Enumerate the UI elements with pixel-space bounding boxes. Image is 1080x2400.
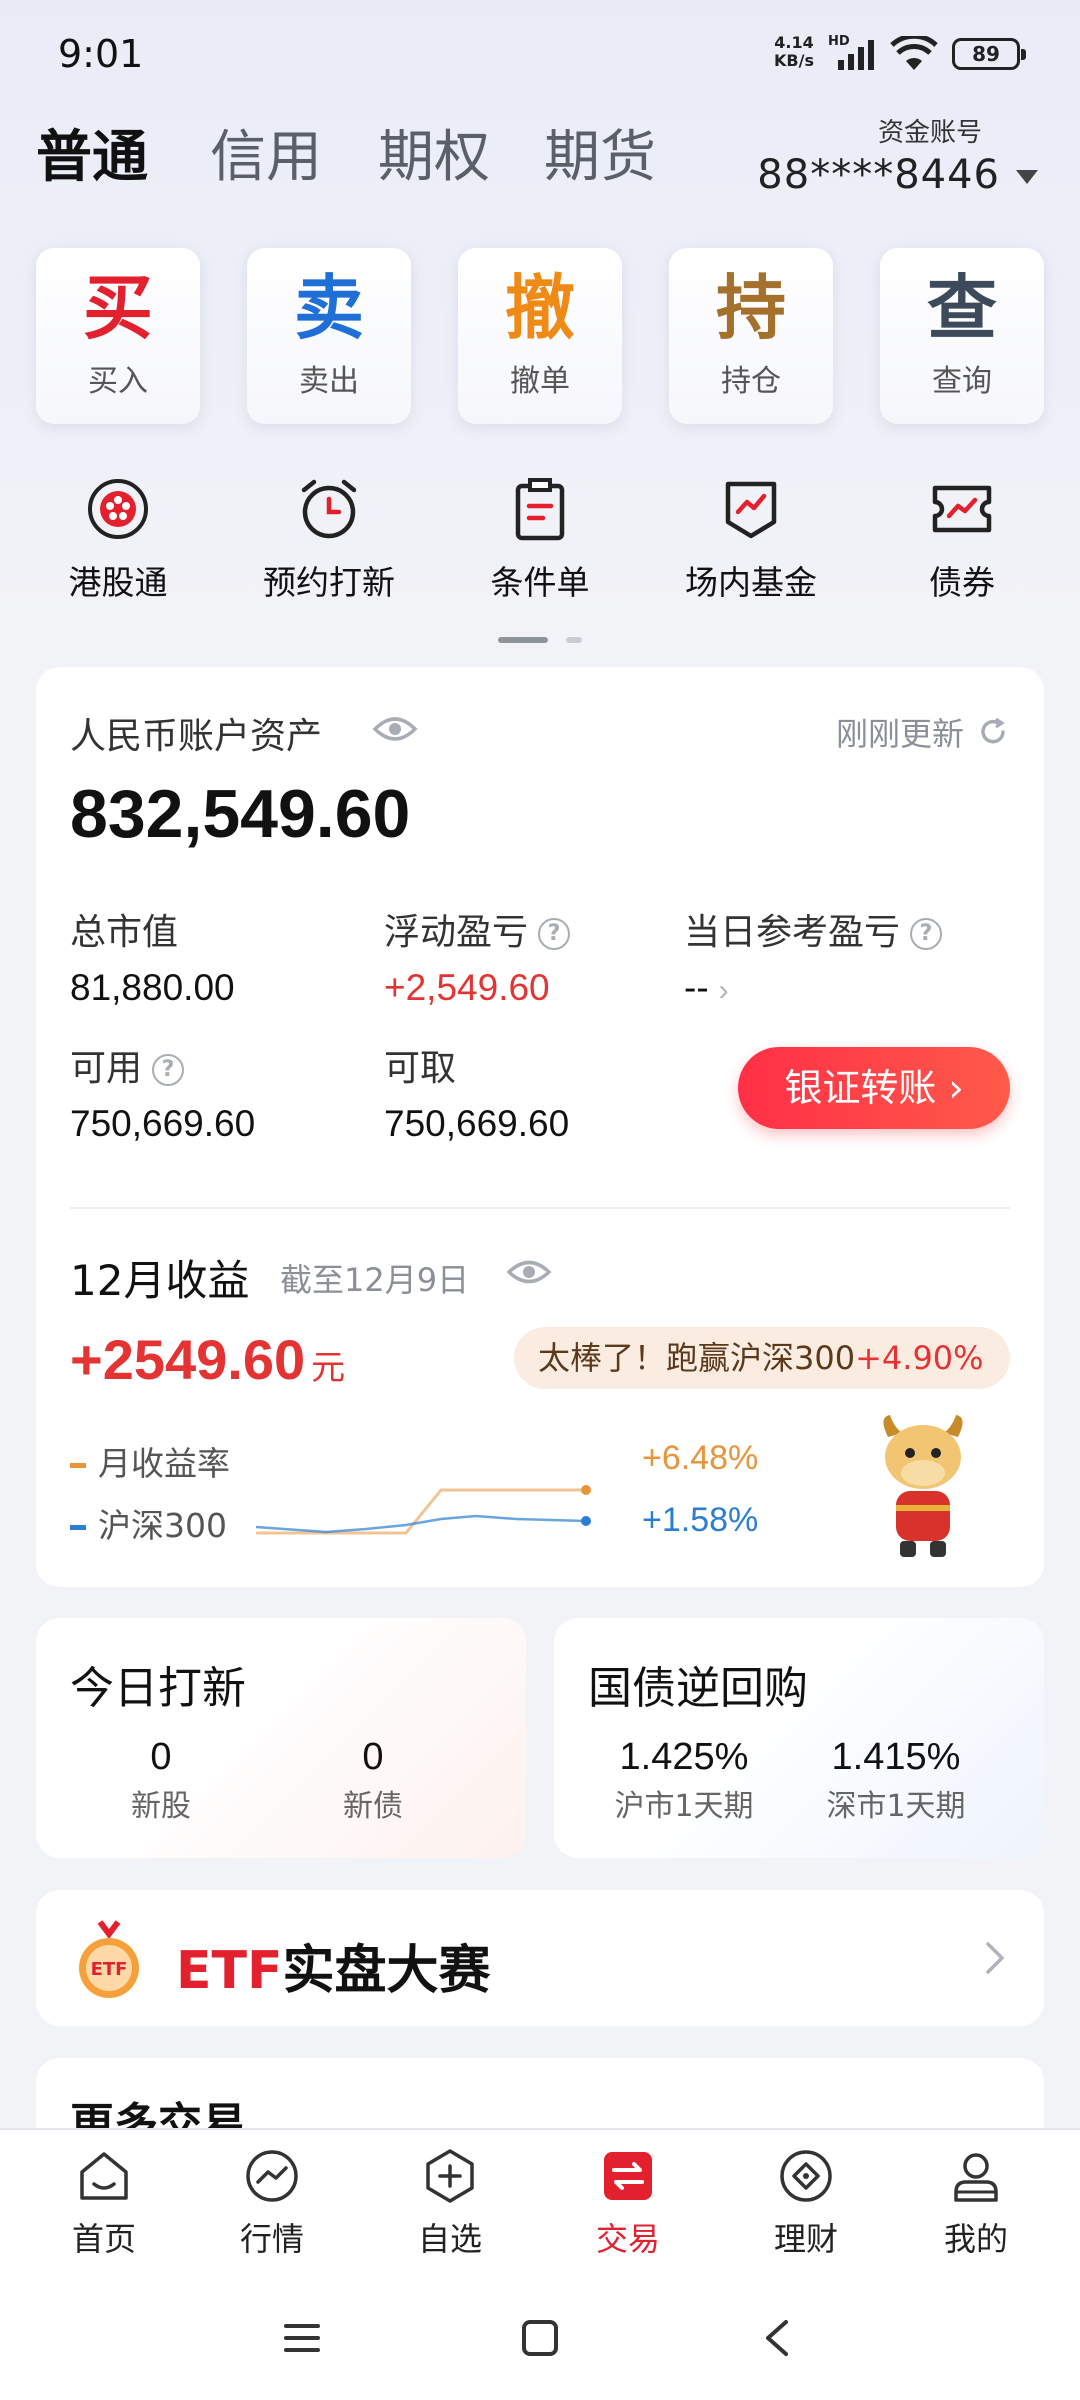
legend-index: 沪深300: [70, 1499, 227, 1547]
index-rate: +1.58%: [642, 1501, 759, 1539]
status-bar: 9:01 4.14 KB/s HD 89: [0, 0, 1080, 110]
help-icon[interactable]: ?: [152, 1054, 185, 1086]
legend-return: 月收益率: [70, 1437, 230, 1485]
tab-normal[interactable]: 普通: [36, 112, 148, 193]
monthly-as-of: 截至12月9日: [280, 1261, 470, 1299]
etf-contest-banner[interactable]: ETF ETF实盘大赛: [36, 1890, 1044, 2026]
sz-repo-rate: 1.415% 深市1天期: [826, 1736, 966, 1824]
system-nav-bar: [0, 2276, 1080, 2400]
etf-title: ETF实盘大赛: [176, 1941, 491, 2001]
alarm-clock-icon: [301, 479, 357, 539]
return-rate: +6.48%: [642, 1439, 759, 1477]
outperform-badge: 太棒了！跑赢沪深300+4.90%: [514, 1327, 1010, 1389]
tab-profile[interactable]: 我的: [906, 2146, 1046, 2260]
shortcut-conditional-order[interactable]: 条件单: [440, 474, 640, 604]
market-icon: [246, 2150, 298, 2202]
account-selector[interactable]: 资金账号 88****8446: [757, 112, 1060, 202]
positions-button[interactable]: 持 持仓: [669, 248, 833, 424]
tab-options[interactable]: 期权: [378, 112, 490, 193]
svg-text:ETF: ETF: [91, 1959, 128, 1980]
returns-sparkline: [256, 1485, 591, 1535]
shortcut-exchange-fund[interactable]: 场内基金: [651, 474, 851, 604]
buy-button[interactable]: 买 买入: [36, 248, 200, 424]
asset-card: 人民币账户资产 刚刚更新 832,549.60 总市值 81,880.00 浮动…: [36, 667, 1044, 1587]
shortcut-ipo-reserve[interactable]: 预约打新: [229, 474, 429, 604]
tab-watchlist[interactable]: 自选: [380, 2146, 520, 2260]
wifi-icon: [890, 36, 938, 70]
shortcut-bonds[interactable]: 债券: [862, 474, 1062, 604]
today-ipo-card[interactable]: 今日打新 0 新股 0 新债: [36, 1618, 526, 1858]
tab-credit[interactable]: 信用: [210, 112, 322, 193]
repo-title: 国债逆回购: [588, 1663, 808, 1714]
monthly-value: +2549.60 元: [70, 1328, 346, 1391]
trade-icon: [604, 2152, 652, 2200]
tab-wealth[interactable]: 理财: [736, 2146, 876, 2260]
withdrawable-funds: 可取 750,669.60: [384, 1048, 570, 1144]
sh-repo-rate: 1.425% 沪市1天期: [614, 1736, 754, 1824]
tab-home[interactable]: 首页: [34, 2146, 174, 2260]
bond-ticket-icon: [932, 485, 992, 533]
account-label: 资金账号: [877, 118, 982, 148]
chevron-right-icon: ›: [718, 974, 729, 1007]
ox-mascot-icon: [883, 1415, 963, 1557]
treasury-repo-card[interactable]: 国债逆回购 1.425% 沪市1天期 1.415% 深市1天期: [554, 1618, 1044, 1858]
shortcut-hk-connect[interactable]: 港股通: [18, 474, 218, 604]
sell-button[interactable]: 卖 卖出: [247, 248, 411, 424]
home-square-icon[interactable]: [518, 2316, 562, 2360]
floating-pl: 浮动盈亏? +2,549.60: [384, 903, 571, 1009]
hk-flower-icon: [88, 479, 148, 539]
tab-futures[interactable]: 期货: [544, 112, 656, 193]
query-button[interactable]: 查 查询: [880, 248, 1044, 424]
medal-icon: ETF: [79, 1920, 139, 1998]
profile-icon: [954, 2153, 998, 2202]
new-stocks: 0 新股: [131, 1736, 191, 1824]
market-value: 总市值 81,880.00: [70, 912, 235, 1008]
bank-transfer-button[interactable]: 银证转账 ›: [738, 1047, 1010, 1129]
ipo-title: 今日打新: [70, 1663, 246, 1714]
status-time: 9:01: [58, 32, 144, 76]
eye-icon[interactable]: [506, 1257, 552, 1287]
back-icon[interactable]: [756, 2316, 800, 2360]
home-icon: [80, 2152, 128, 2200]
chevron-right-icon: [986, 1942, 1005, 1974]
help-icon[interactable]: ?: [910, 918, 943, 950]
shortcut-row: 港股通 预约打新 条件单 场内基金 债券: [36, 474, 1044, 614]
update-status: 刚刚更新: [835, 715, 964, 753]
help-icon[interactable]: ?: [538, 918, 571, 950]
wealth-icon: [780, 2150, 832, 2202]
fund-shield-icon: [725, 481, 777, 539]
available-funds: 可用? 750,669.60: [70, 1048, 256, 1144]
quick-actions: 买 买入 卖 卖出 撤 撤单 持 持仓 查 查询: [36, 248, 1044, 424]
signal-icon: [838, 40, 874, 70]
chevron-down-icon: [1016, 170, 1038, 184]
asset-title: 人民币账户资产: [70, 716, 323, 757]
network-speed: 4.14 KB/s: [774, 33, 814, 70]
refresh-icon[interactable]: [978, 717, 1008, 747]
menu-icon[interactable]: [280, 2316, 324, 2360]
bottom-tab-bar: 首页 行情 自选 交易 理财 我的: [0, 2128, 1080, 2276]
cancel-order-button[interactable]: 撤 撤单: [458, 248, 622, 424]
clipboard-icon: [515, 478, 565, 541]
new-bonds: 0 新债: [343, 1736, 403, 1824]
tab-market[interactable]: 行情: [202, 2146, 342, 2260]
tab-trade[interactable]: 交易: [558, 2146, 698, 2260]
total-assets: 832,549.60: [70, 776, 411, 852]
eye-icon[interactable]: [372, 713, 418, 745]
divider: [70, 1207, 1010, 1209]
battery-indicator: 89: [952, 38, 1026, 70]
account-number: 88****8446: [757, 152, 1000, 198]
monthly-title: 12月收益: [70, 1256, 250, 1305]
today-pl[interactable]: 当日参考盈亏? -- ›: [684, 903, 943, 1009]
watchlist-icon: [426, 2149, 474, 2203]
